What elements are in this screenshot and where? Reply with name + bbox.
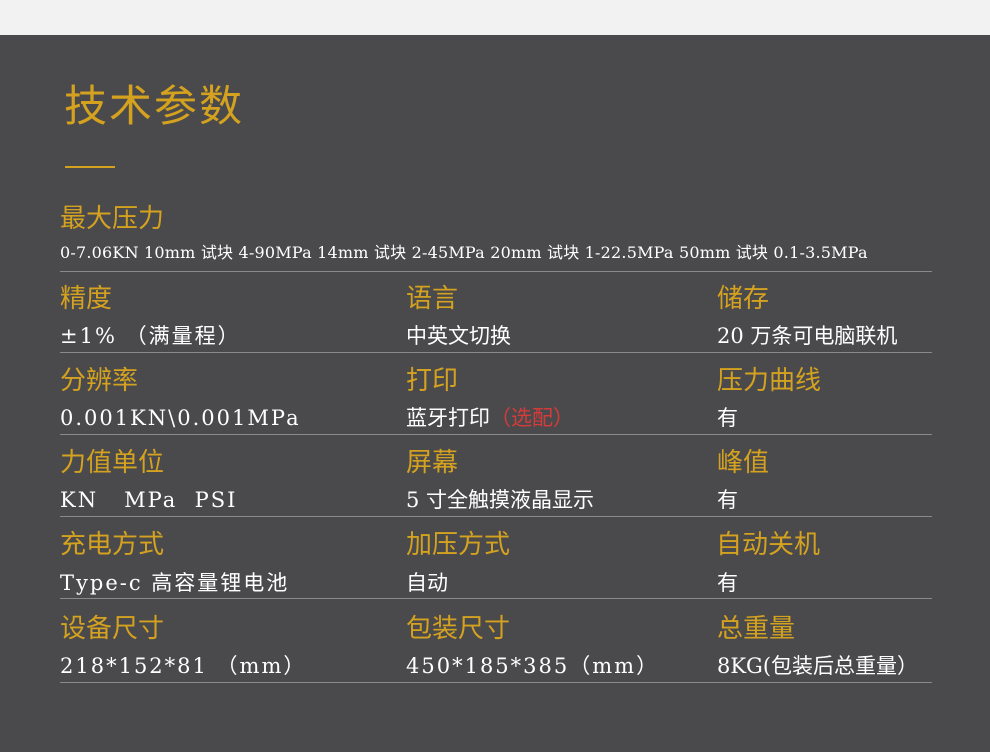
package-size-label: 包装尺寸 (406, 614, 511, 644)
print-label: 打印 (406, 366, 459, 396)
print-value-text: 蓝牙打印 (406, 406, 490, 430)
optional-note: （选配） (490, 406, 574, 430)
storage-value: 20 万条可电脑联机 (717, 324, 898, 348)
force-unit-label: 力值单位 (60, 448, 165, 478)
precision-value: ±1% （满量程） (60, 324, 241, 348)
peak-label: 峰值 (717, 448, 770, 478)
charging-label: 充电方式 (60, 530, 165, 560)
loading-mode-label: 加压方式 (406, 530, 511, 560)
device-size-label: 设备尺寸 (60, 614, 165, 644)
max-force-value: 0-7.06KN 10mm 试块 4-90MPa 14mm 试块 2-45MPa… (60, 243, 868, 262)
precision-label: 精度 (60, 284, 113, 314)
resolution-label: 分辨率 (60, 366, 139, 396)
package-size-value: 450*185*385（mm） (406, 654, 660, 678)
force-unit-value: KN MPa PSI (60, 488, 238, 512)
auto-shutdown-value: 有 (717, 571, 738, 595)
spec-panel (0, 35, 990, 752)
divider (60, 516, 932, 517)
title-underline (65, 166, 115, 168)
resolution-value: 0.001KN\0.001MPa (60, 406, 301, 430)
divider (60, 598, 932, 599)
divider (60, 434, 932, 435)
auto-shutdown-label: 自动关机 (716, 530, 821, 560)
page-title: 技术参数 (64, 82, 244, 132)
language-value: 中英文切换 (406, 324, 511, 348)
peak-value: 有 (717, 488, 738, 512)
divider (60, 682, 932, 683)
total-weight-value: 8KG(包装后总重量） (717, 654, 919, 678)
max-force-label: 最大压力 (60, 204, 165, 234)
divider (60, 352, 932, 353)
charging-value: Type-c 高容量锂电池 (60, 571, 290, 595)
screen-value: 5 寸全触摸液晶显示 (406, 488, 595, 512)
loading-mode-value: 自动 (406, 571, 448, 595)
language-label: 语言 (406, 284, 459, 314)
pressure-curve-value: 有 (717, 406, 738, 430)
device-size-value: 218*152*81 （mm） (60, 654, 307, 678)
print-value: 蓝牙打印（选配） (406, 408, 574, 429)
total-weight-label: 总重量 (717, 614, 796, 644)
storage-label: 储存 (717, 284, 770, 314)
screen-label: 屏幕 (406, 448, 459, 478)
pressure-curve-label: 压力曲线 (717, 366, 822, 396)
divider (60, 271, 932, 272)
